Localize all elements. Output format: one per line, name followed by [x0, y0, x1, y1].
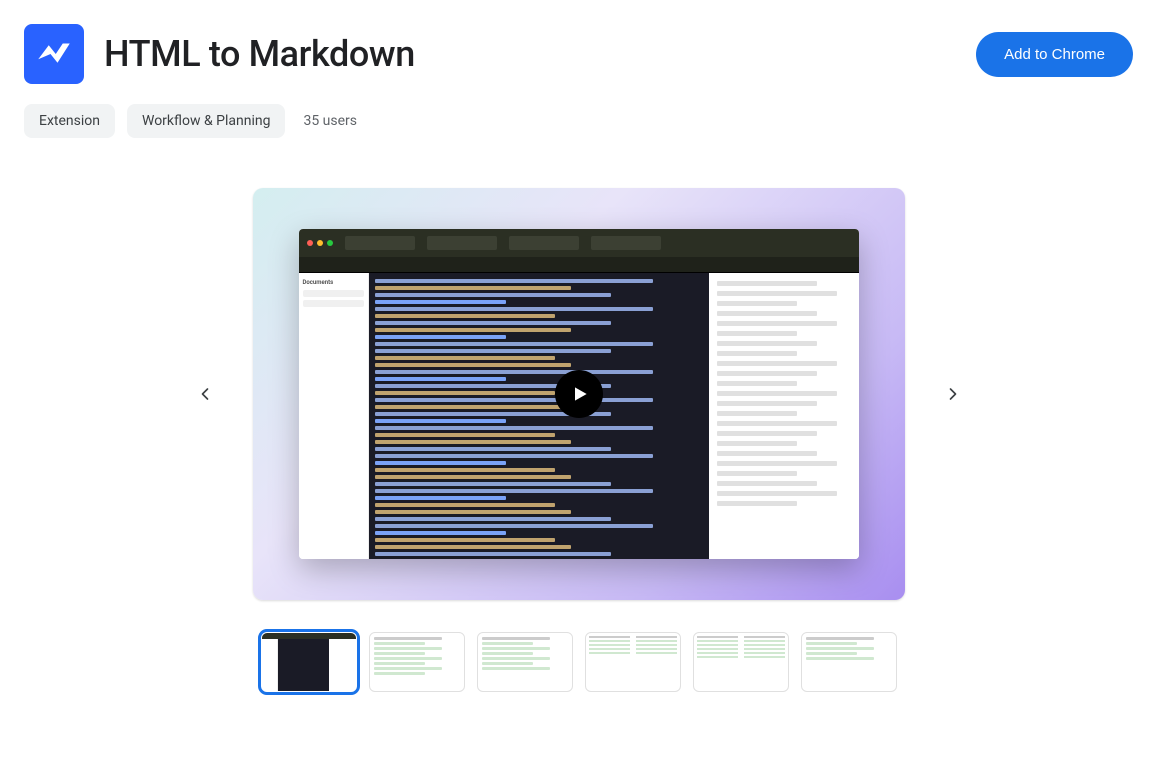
play-button[interactable] [555, 370, 603, 418]
meta-row: Extension Workflow & Planning 35 users [0, 92, 1157, 138]
page-title: HTML to Markdown [104, 33, 415, 75]
user-count: 35 users [297, 113, 357, 129]
play-icon [570, 384, 590, 404]
add-to-chrome-button[interactable]: Add to Chrome [976, 32, 1133, 77]
thumbnail-6[interactable] [801, 632, 897, 692]
chip-category[interactable]: Workflow & Planning [127, 104, 285, 138]
carousel-next-button[interactable] [933, 374, 973, 414]
thumbnail-3[interactable] [477, 632, 573, 692]
chip-extension[interactable]: Extension [24, 104, 115, 138]
thumbnail-5[interactable] [693, 632, 789, 692]
thumbnail-1[interactable] [261, 632, 357, 692]
extension-logo [24, 24, 84, 84]
thumbnail-4[interactable] [585, 632, 681, 692]
chevron-left-icon [195, 384, 215, 404]
carousel-slide: Documents [253, 188, 905, 600]
thumbnail-2[interactable] [369, 632, 465, 692]
thumbnail-strip [0, 632, 1157, 692]
carousel-prev-button[interactable] [185, 374, 225, 414]
chevron-right-icon [943, 384, 963, 404]
